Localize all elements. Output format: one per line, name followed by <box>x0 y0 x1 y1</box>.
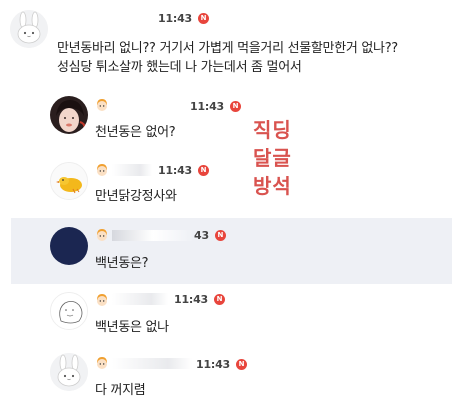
message-item[interactable]: 11:43 N 만년닭강정사와 <box>0 154 452 218</box>
redacted-name <box>55 10 145 24</box>
message-item[interactable]: 11:43 N 만년동바리 없니?? 거기서 가볍게 먹을거리 선물할만한거 없… <box>0 0 452 88</box>
message-text: 백년동은 없나 <box>95 320 169 335</box>
message-time: 11:43 <box>190 99 225 113</box>
message-time: 11:43 <box>174 292 209 306</box>
message-meta: 11:43 N <box>196 356 248 372</box>
sketch-avatar[interactable] <box>50 292 88 330</box>
annotation-overlay: 직딩 달글 방석 <box>253 116 292 200</box>
new-badge: N <box>230 100 242 112</box>
message-text: 다 꺼지렴 <box>95 383 146 398</box>
face-emoji-icon <box>97 229 107 241</box>
message-text: 백년동은? <box>95 256 149 271</box>
new-badge: N <box>214 229 226 241</box>
message-item[interactable]: 43 N 백년동은? <box>0 218 452 284</box>
redacted-name <box>112 230 194 241</box>
message-time: 11:43 <box>196 357 231 371</box>
message-item[interactable]: 11:43 N 백년동은 없나 <box>0 284 452 344</box>
annotation-line: 달글 <box>253 146 292 170</box>
annotation-line: 직딩 <box>253 118 292 142</box>
photo-avatar[interactable] <box>50 96 88 134</box>
message-meta: 43 N <box>194 227 226 243</box>
message-text: 만년동바리 없니?? 거기서 가볍게 먹을거리 선물할만한거 없나?? <box>57 41 398 56</box>
rabbit-avatar[interactable] <box>50 353 88 391</box>
message-text: 성심당 튀소살까 했는데 나 가는데서 좀 멀어서 <box>57 60 302 75</box>
new-badge: N <box>198 164 210 176</box>
face-emoji-icon <box>97 294 107 306</box>
new-badge: N <box>236 358 248 370</box>
face-emoji-icon <box>97 357 107 369</box>
message-text: 천년동은 없어? <box>95 125 176 140</box>
chick-avatar[interactable] <box>50 162 88 200</box>
message-time: 43 <box>194 228 209 242</box>
face-emoji-icon <box>97 164 107 176</box>
message-meta: 11:43 N <box>158 162 210 178</box>
message-item[interactable]: 11:43 N 천년동은 없어? <box>0 88 452 154</box>
message-item[interactable]: 11:43 N 다 꺼지렴 <box>0 344 452 406</box>
new-badge: N <box>198 12 210 24</box>
message-meta: 11:43 N <box>174 291 226 307</box>
message-time: 11:43 <box>158 11 193 25</box>
rabbit-avatar[interactable] <box>10 10 48 48</box>
annotation-line: 방석 <box>253 174 292 198</box>
redacted-name <box>112 293 168 305</box>
message-text: 만년닭강정사와 <box>95 189 177 204</box>
redacted-name <box>112 358 192 369</box>
message-meta: 11:43 N <box>190 98 242 114</box>
navy-avatar[interactable] <box>50 227 88 265</box>
face-emoji-icon <box>97 99 107 111</box>
message-time: 11:43 <box>158 163 193 177</box>
new-badge: N <box>214 293 226 305</box>
redacted-name <box>112 164 152 176</box>
message-meta: 11:43 N <box>158 10 210 26</box>
